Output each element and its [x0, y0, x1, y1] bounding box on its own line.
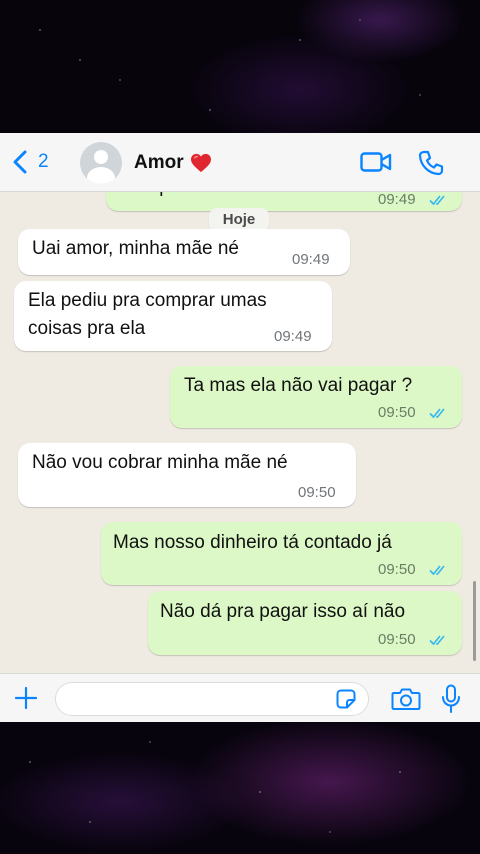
read-receipt-icon [429, 565, 445, 576]
voice-call-button[interactable] [418, 150, 444, 176]
message-time: 09:49 [274, 328, 312, 345]
read-receipt-icon [429, 408, 445, 419]
read-receipt-icon [429, 195, 445, 206]
message-text: Não vou cobrar minha mãe né [32, 452, 288, 473]
contact-avatar[interactable] [80, 142, 122, 184]
message-text: Ta mas ela não vai pagar ? [184, 375, 413, 396]
message-text: Uai amor, minha mãe né [32, 238, 239, 259]
message-bubble-incoming[interactable]: Ela pediu pra comprar umas coisas pra el… [14, 281, 332, 351]
whatsapp-chat-screen: 2 Amor Por que ? Não entendi 09:49 [0, 133, 480, 722]
message-text-line: Ela pediu pra comprar umas [28, 290, 267, 311]
chevron-left-icon [13, 150, 27, 174]
message-bubble-outgoing[interactable]: Não dá pra pagar isso aí não 09:50 [148, 591, 462, 655]
plus-icon[interactable] [14, 686, 38, 710]
message-input[interactable] [55, 682, 369, 716]
video-call-button[interactable] [360, 150, 392, 174]
message-time: 09:50 [378, 404, 416, 421]
contact-name-button[interactable]: Amor [134, 152, 212, 174]
message-text: Por que ? Não entendi [118, 191, 308, 200]
starfield-background-top [0, 0, 480, 133]
message-text: Não dá pra pagar isso aí não [160, 601, 406, 622]
message-bubble-incoming[interactable]: Uai amor, minha mãe né 09:49 [18, 229, 350, 275]
unread-count: 2 [38, 151, 49, 172]
message-text-line: coisas pra ela [28, 318, 146, 339]
scrollbar[interactable] [473, 581, 476, 661]
microphone-icon[interactable] [441, 684, 461, 714]
message-text: Mas nosso dinheiro tá contado já [113, 532, 392, 553]
message-composer [0, 673, 480, 722]
back-button[interactable]: 2 [12, 149, 49, 175]
camera-icon[interactable] [391, 687, 421, 711]
message-time: 09:49 [292, 251, 330, 268]
message-time: 09:49 [378, 191, 416, 208]
message-bubble-outgoing[interactable]: Mas nosso dinheiro tá contado já 09:50 [101, 522, 462, 585]
message-list[interactable]: Por que ? Não entendi 09:49 Hoje Uai amo… [0, 191, 480, 673]
default-avatar-icon [94, 150, 108, 164]
sticker-icon[interactable] [336, 689, 356, 709]
read-receipt-icon [429, 635, 445, 646]
heart-icon [190, 153, 211, 173]
message-bubble-outgoing[interactable]: Ta mas ela não vai pagar ? 09:50 [170, 366, 462, 428]
chat-header: 2 Amor [0, 133, 480, 192]
message-time: 09:50 [378, 631, 416, 648]
message-time: 09:50 [378, 561, 416, 578]
contact-name: Amor [134, 152, 184, 173]
message-bubble-incoming[interactable]: Não vou cobrar minha mãe né 09:50 [18, 443, 356, 507]
message-bubble-outgoing[interactable]: Por que ? Não entendi 09:49 [106, 191, 462, 211]
message-time: 09:50 [298, 484, 336, 501]
starfield-background-bottom [0, 722, 480, 854]
